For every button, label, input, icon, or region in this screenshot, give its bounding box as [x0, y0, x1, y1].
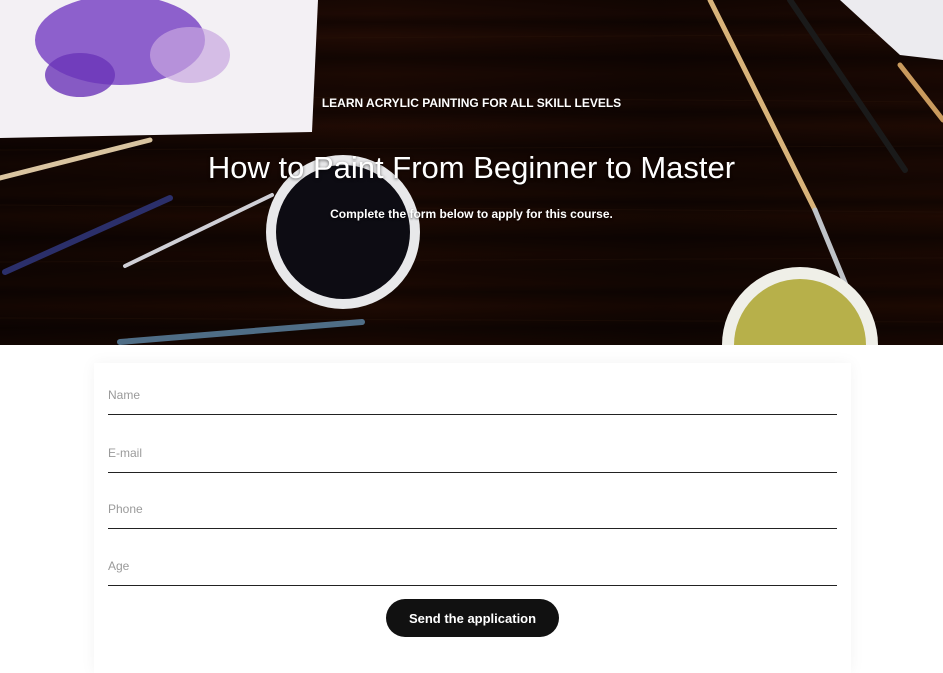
name-field — [108, 375, 837, 415]
phone-input[interactable] — [108, 489, 837, 528]
application-form: Send the application — [94, 363, 851, 673]
phone-field — [108, 489, 837, 529]
email-field — [108, 433, 837, 473]
email-input[interactable] — [108, 433, 837, 472]
hero-subtitle: Complete the form below to apply for thi… — [330, 207, 613, 221]
hero-banner: LEARN ACRYLIC PAINTING FOR ALL SKILL LEV… — [0, 0, 943, 345]
name-input[interactable] — [108, 375, 837, 414]
age-field — [108, 546, 837, 586]
send-application-button[interactable]: Send the application — [386, 599, 559, 637]
page-title: How to Paint From Beginner to Master — [207, 150, 736, 185]
hero-eyebrow: LEARN ACRYLIC PAINTING FOR ALL SKILL LEV… — [321, 96, 622, 110]
age-input[interactable] — [108, 546, 837, 585]
